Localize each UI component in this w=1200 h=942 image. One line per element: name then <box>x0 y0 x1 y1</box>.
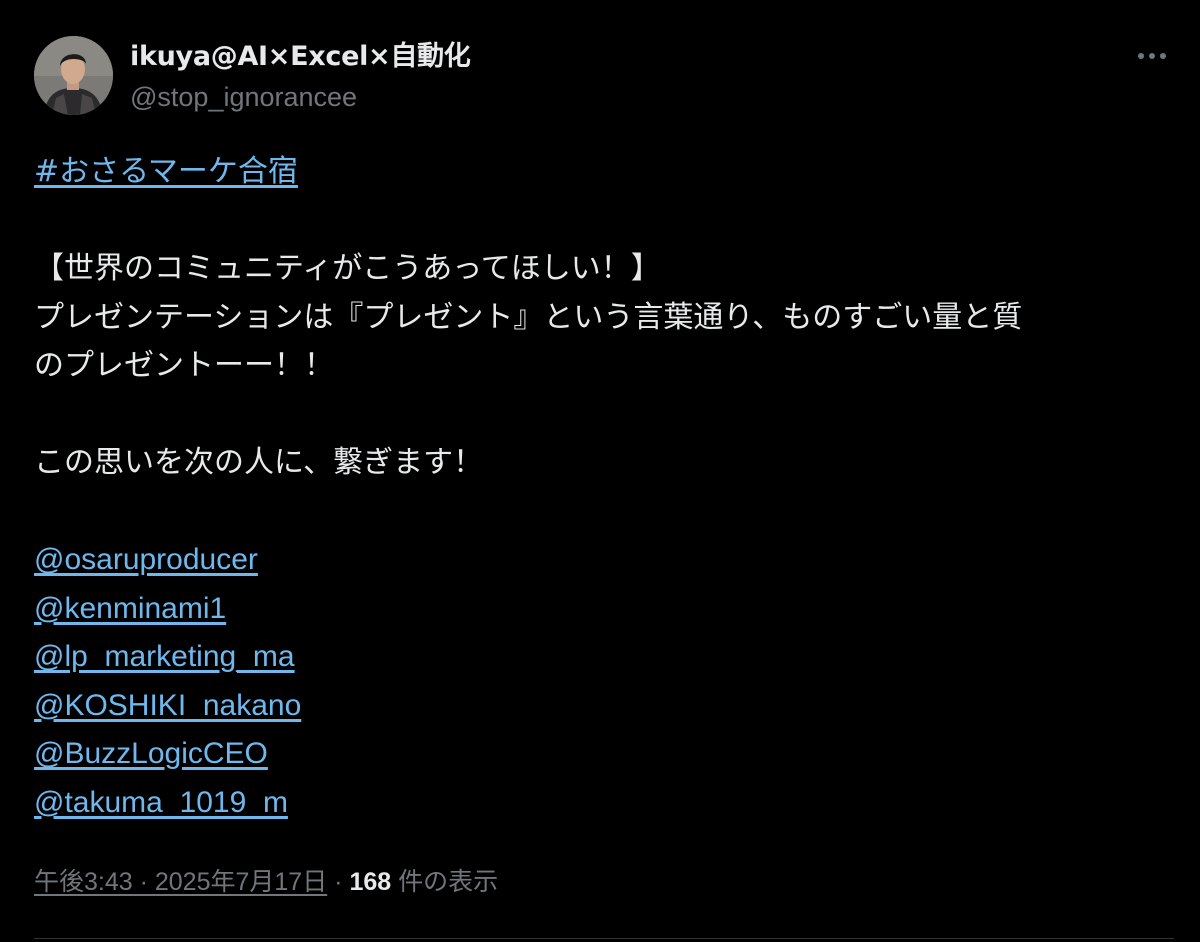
tweet-line: 【世界のコミュニティがこうあってほしい！】 <box>34 251 661 286</box>
tweet-text: #おさるマーケ合宿 【世界のコミュニティがこうあってほしい！】 プレゼンテーショ… <box>34 148 1174 827</box>
more-dot <box>1138 53 1144 59</box>
author-names: ikuya@AI×Excel×自動化 @stop_ignorancee <box>130 40 471 114</box>
mention-link[interactable]: @kenminami1 <box>34 592 226 625</box>
tweet-line: この思いを次の人に、繋ぎます！ <box>34 445 484 480</box>
meta-separator: · <box>334 868 343 896</box>
more-dot <box>1149 53 1155 59</box>
divider <box>34 938 1174 939</box>
tweet-meta: 午後3:43 · 2025年7月17日 · 168 件の表示 <box>34 864 498 900</box>
mention-link[interactable]: @osaruproducer <box>34 543 258 576</box>
mention-link[interactable]: @KOSHIKI_nakano <box>34 689 301 722</box>
mention-link[interactable]: @takuma_1019_m <box>34 786 288 819</box>
tweet-line: プレゼンテーションは『プレゼント』という言葉通り、ものすごい量と質 <box>34 299 1023 335</box>
mention-link[interactable]: @BuzzLogicCEO <box>34 737 268 770</box>
hashtag-link[interactable]: #おさるマーケ合宿 <box>34 154 298 189</box>
handle[interactable]: @stop_ignorancee <box>130 80 470 114</box>
more-dot <box>1160 53 1166 59</box>
avatar[interactable] <box>34 36 113 115</box>
mention-link[interactable]: @lp_marketing_ma <box>34 640 295 673</box>
tweet-card: ikuya@AI×Excel×自動化 @stop_ignorancee #おさる… <box>0 0 1200 942</box>
timestamp-link[interactable]: 午後3:43 · 2025年7月17日 <box>34 868 327 896</box>
avatar-photo <box>34 36 113 115</box>
tweet-line: のプレゼントーー！！ <box>34 348 334 383</box>
display-name[interactable]: ikuya@AI×Excel×自動化 <box>130 40 471 74</box>
more-horizontal-icon[interactable] <box>1138 44 1166 68</box>
tweet-header: ikuya@AI×Excel×自動化 @stop_ignorancee <box>34 36 1174 118</box>
views-label: 件の表示 <box>398 867 499 896</box>
views-count: 168 <box>349 868 392 896</box>
